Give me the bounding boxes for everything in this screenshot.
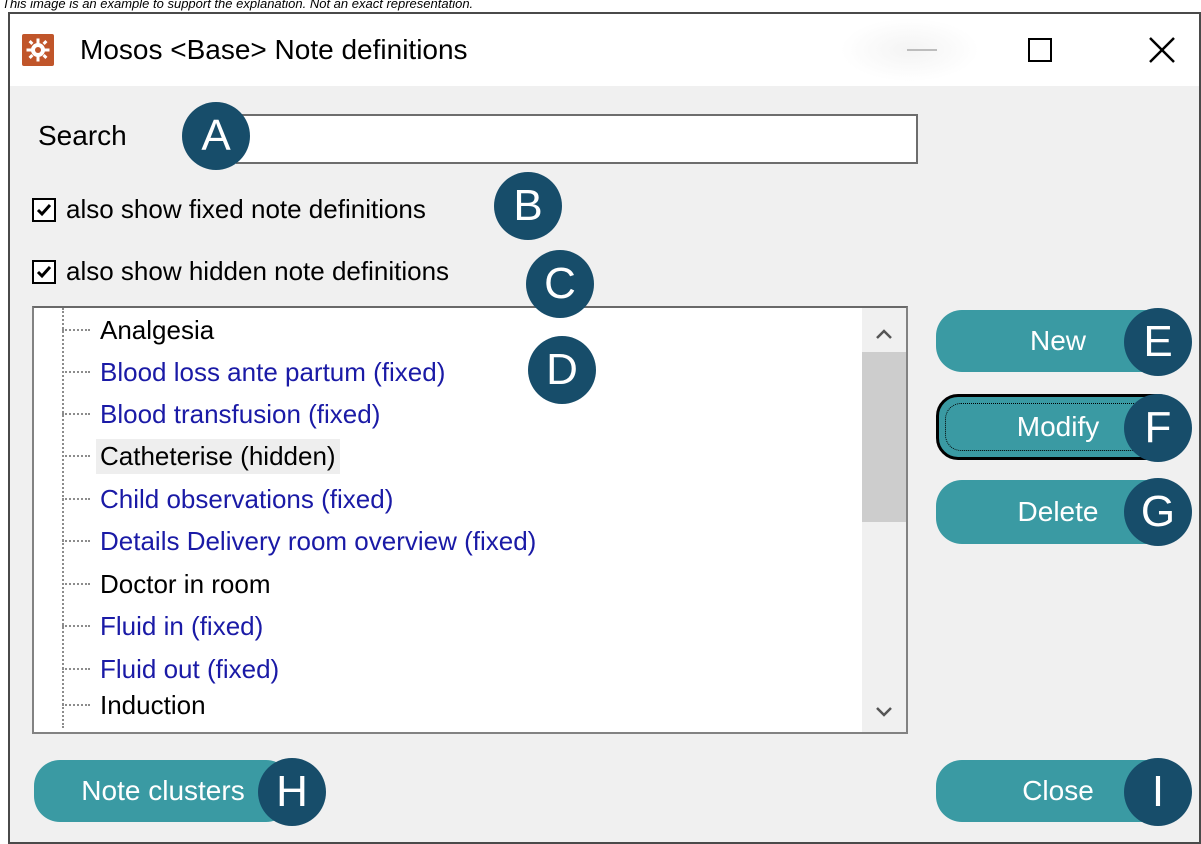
tree-branch-line xyxy=(62,583,90,585)
tree-branch-line xyxy=(62,704,90,706)
window-title: Mosos <Base> Note definitions xyxy=(80,34,468,65)
fixed-definitions-checkbox[interactable] xyxy=(32,197,56,222)
note-clusters-button[interactable]: Note clusters xyxy=(34,760,292,822)
callout-marker-b: B xyxy=(494,172,562,240)
scroll-thumb[interactable] xyxy=(862,352,906,522)
tree-content: Analgesia Blood loss ante partum (fixed)… xyxy=(34,308,860,732)
delete-button-label: Delete xyxy=(1017,496,1099,527)
tree-item-label: Blood transfusion (fixed) xyxy=(100,398,381,429)
disclaimer-text: This image is an example to support the … xyxy=(2,0,474,11)
tree-item-label: Child observations (fixed) xyxy=(100,483,394,514)
tree-branch-line xyxy=(62,455,90,457)
tree-branch-line xyxy=(62,371,90,373)
tree-item-label: Blood loss ante partum (fixed) xyxy=(100,356,446,387)
tree-item-label: Fluid in (fixed) xyxy=(100,610,264,641)
note-clusters-button-label: Note clusters xyxy=(81,775,245,806)
scroll-up-button[interactable] xyxy=(862,314,906,354)
chevron-down-icon xyxy=(876,707,892,717)
minimize-button[interactable] xyxy=(902,32,942,68)
checkmark-icon xyxy=(36,265,52,278)
tree-branch-line xyxy=(62,668,90,670)
tree-item-label: Induction xyxy=(100,689,206,720)
tree-item-label: Analgesia xyxy=(100,314,215,345)
tree-item-label: Doctor in room xyxy=(100,568,271,599)
callout-marker-f: F xyxy=(1124,394,1192,462)
fixed-definitions-label: also show fixed note definitions xyxy=(66,194,426,224)
callout-marker-i: I xyxy=(1124,758,1192,826)
hidden-definitions-label: also show hidden note definitions xyxy=(66,256,450,286)
tree-branch-line xyxy=(62,498,90,500)
tree-branch-line xyxy=(62,413,90,415)
new-button-label: New xyxy=(1029,325,1086,356)
callout-marker-a: A xyxy=(182,102,250,170)
tree-item[interactable]: Doctor in room xyxy=(62,564,275,604)
tree-item[interactable]: Fluid in (fixed) xyxy=(62,606,267,646)
hidden-definitions-checkbox[interactable] xyxy=(32,259,56,284)
tree-item[interactable]: Blood loss ante partum (fixed) xyxy=(62,352,449,392)
maximize-button[interactable] xyxy=(1020,32,1060,68)
tree-scrollbar[interactable] xyxy=(862,308,906,732)
tree-branch-line xyxy=(62,540,90,542)
hidden-definitions-option[interactable]: also show hidden note definitions xyxy=(32,256,449,287)
tree-item-label: Catheterise (hidden) xyxy=(96,438,340,474)
window-close-button[interactable] xyxy=(1142,32,1182,68)
scroll-down-button[interactable] xyxy=(862,692,906,732)
tree-branch-line xyxy=(62,625,90,627)
close-icon xyxy=(1149,37,1175,63)
note-definitions-tree[interactable]: Analgesia Blood loss ante partum (fixed)… xyxy=(32,306,908,734)
settings-gear-icon xyxy=(22,34,54,66)
tree-item[interactable]: Details Delivery room overview (fixed) xyxy=(62,521,540,561)
chevron-up-icon xyxy=(876,329,892,339)
tree-branch-line xyxy=(62,329,90,331)
callout-marker-h: H xyxy=(258,758,326,826)
tree-item-label: Fluid out (fixed) xyxy=(100,653,280,684)
tree-item[interactable]: Fluid out (fixed) xyxy=(62,649,283,689)
tree-item[interactable]: Child observations (fixed) xyxy=(62,479,397,519)
search-label: Search xyxy=(38,120,127,151)
minimize-icon xyxy=(907,49,937,51)
tree-item-selected[interactable]: Catheterise (hidden) xyxy=(62,436,340,476)
callout-marker-c: C xyxy=(526,250,594,318)
maximize-icon xyxy=(1028,38,1052,62)
callout-marker-g: G xyxy=(1124,478,1192,546)
note-definitions-window: Mosos <Base> Note definitions Search als… xyxy=(8,12,1201,844)
title-bar: Mosos <Base> Note definitions xyxy=(10,14,1199,86)
checkmark-icon xyxy=(36,203,52,216)
callout-marker-e: E xyxy=(1124,308,1192,376)
callout-marker-d: D xyxy=(528,336,596,404)
search-input[interactable] xyxy=(236,114,918,164)
modify-button-label: Modify xyxy=(1016,411,1100,442)
tree-item[interactable]: Induction xyxy=(62,685,210,725)
tree-item[interactable]: Analgesia xyxy=(62,310,218,350)
close-button-label: Close xyxy=(1022,775,1094,806)
tree-item[interactable]: Blood transfusion (fixed) xyxy=(62,394,384,434)
fixed-definitions-option[interactable]: also show fixed note definitions xyxy=(32,194,426,225)
tree-item-label: Details Delivery room overview (fixed) xyxy=(100,525,537,556)
